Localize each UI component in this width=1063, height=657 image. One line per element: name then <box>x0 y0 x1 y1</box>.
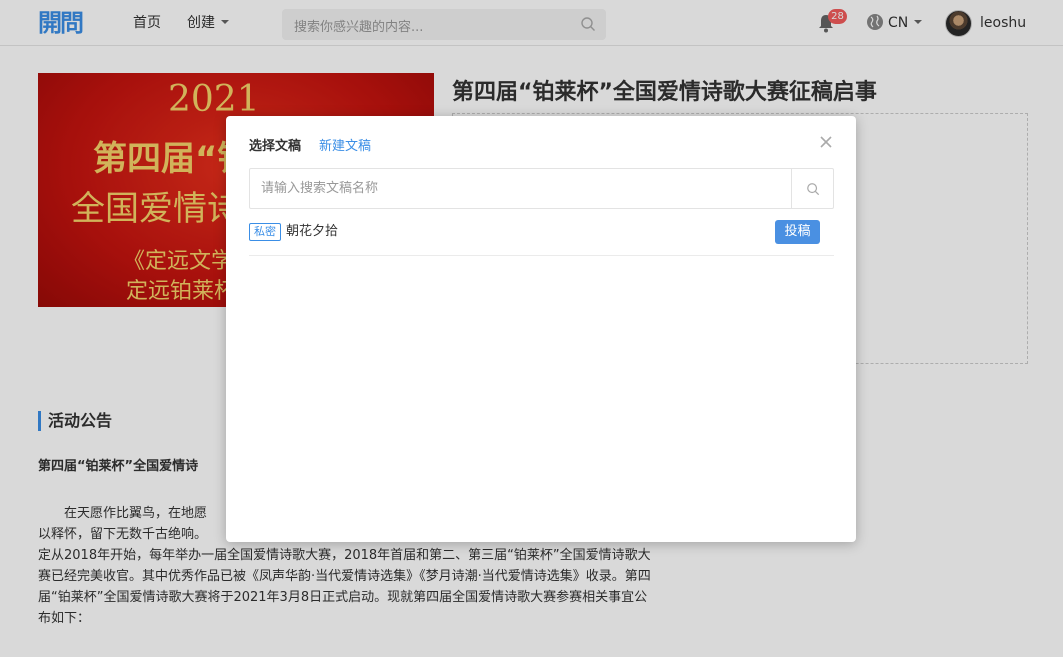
list-item: 私密 朝花夕拾 投稿 <box>249 217 834 256</box>
search-icon <box>807 183 820 196</box>
tab-select-draft[interactable]: 选择文稿 <box>249 135 301 154</box>
draft-search-input[interactable] <box>250 169 791 208</box>
select-draft-dialog: 选择文稿 新建文稿 私密 朝花夕拾 投稿 <box>226 116 856 542</box>
tab-new-draft[interactable]: 新建文稿 <box>319 135 371 154</box>
draft-search <box>249 168 834 209</box>
draft-name: 朝花夕拾 <box>286 224 339 239</box>
private-badge: 私密 <box>249 223 281 241</box>
close-icon[interactable] <box>818 134 834 150</box>
draft-search-button[interactable] <box>791 169 833 208</box>
submit-draft-button[interactable]: 投稿 <box>775 220 820 244</box>
